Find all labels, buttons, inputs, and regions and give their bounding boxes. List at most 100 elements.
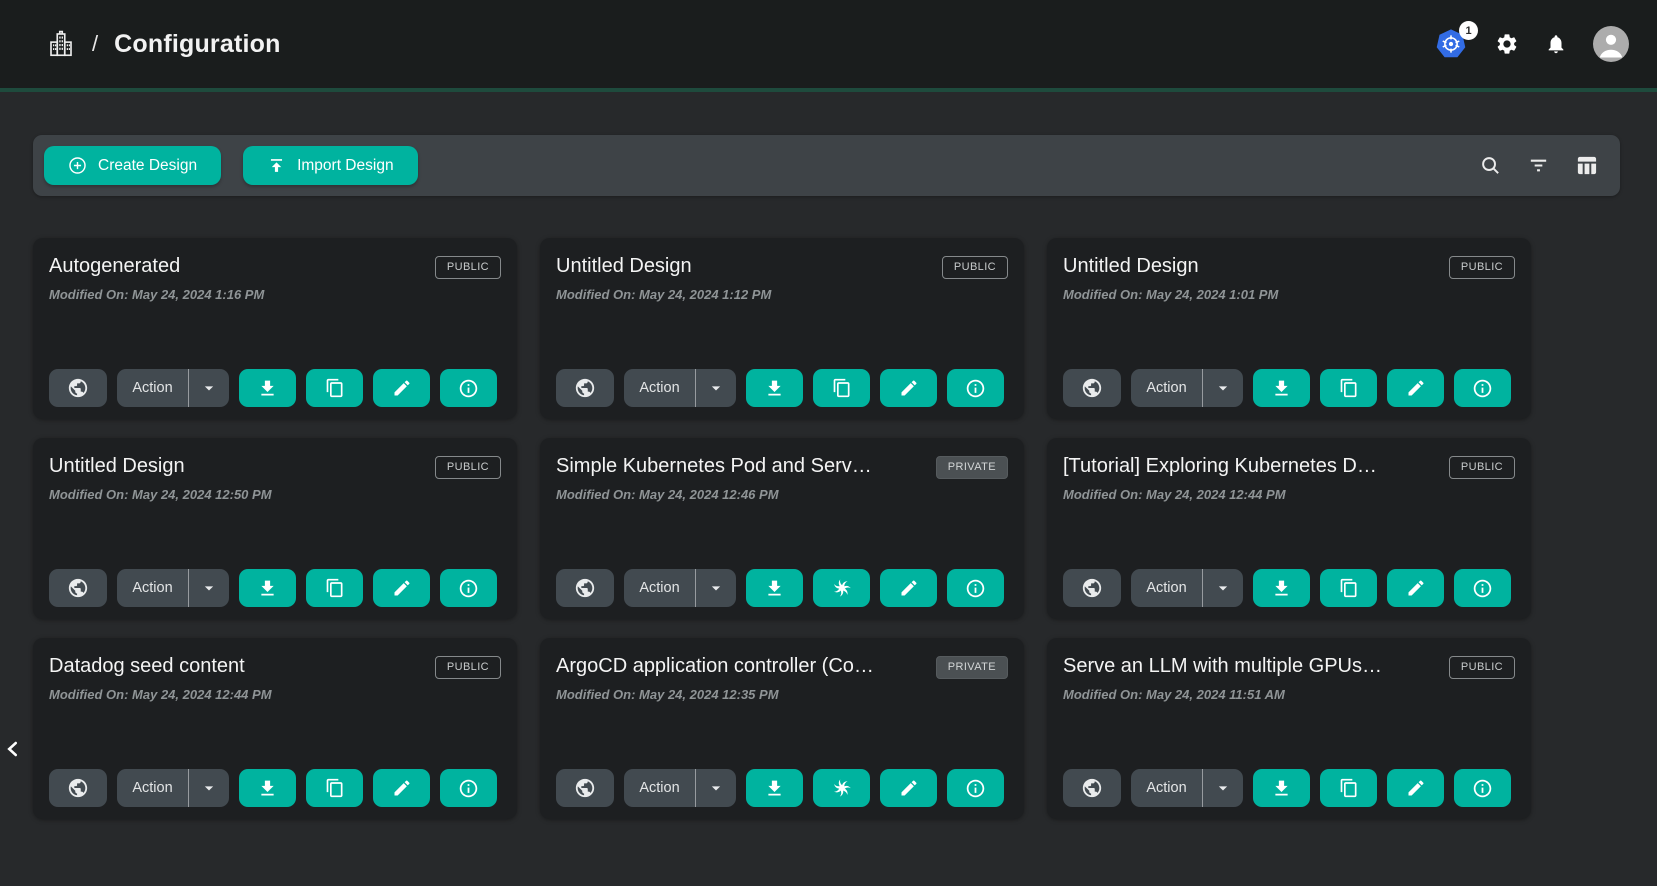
building-icon[interactable] [46,29,76,59]
user-avatar[interactable] [1593,26,1629,62]
edit-button[interactable] [373,369,430,407]
clone-button[interactable] [1320,569,1377,607]
table-view-button[interactable] [1575,154,1598,177]
action-button[interactable]: Action [624,569,695,607]
download-button[interactable] [239,369,296,407]
kubernetes-badge-count: 1 [1459,21,1478,40]
import-design-label: Import Design [297,157,393,175]
info-button[interactable] [440,369,497,407]
action-button[interactable]: Action [117,369,188,407]
download-button[interactable] [239,569,296,607]
info-button[interactable] [947,369,1004,407]
info-button[interactable] [1454,369,1511,407]
search-button[interactable] [1479,154,1502,177]
design-spiral-button[interactable] [813,769,870,807]
design-title: Untitled Design [556,255,692,278]
info-icon [965,778,986,799]
download-button[interactable] [746,369,803,407]
download-button[interactable] [1253,369,1310,407]
edit-button[interactable] [373,569,430,607]
edit-button[interactable] [880,369,937,407]
action-dropdown-button[interactable] [189,769,229,807]
design-card: Untitled Design PUBLIC Modified On: May … [33,438,517,619]
design-card: [Tutorial] Exploring Kubernetes D… PUBLI… [1047,438,1531,619]
visibility-globe-button[interactable] [556,769,614,807]
edit-button[interactable] [880,769,937,807]
action-button[interactable]: Action [624,369,695,407]
notifications-button[interactable] [1545,33,1567,55]
info-button[interactable] [1454,569,1511,607]
action-button[interactable]: Action [117,769,188,807]
visibility-globe-button[interactable] [49,769,107,807]
visibility-badge: PRIVATE [936,456,1008,479]
filter-button[interactable] [1527,154,1550,177]
action-dropdown-button[interactable] [1203,769,1243,807]
edit-button[interactable] [373,769,430,807]
action-dropdown-button[interactable] [189,569,229,607]
action-dropdown-button[interactable] [696,369,736,407]
visibility-globe-button[interactable] [49,569,107,607]
modified-date: Modified On: May 24, 2024 12:46 PM [556,487,1008,502]
download-button[interactable] [1253,569,1310,607]
globe-icon [574,377,596,399]
design-spiral-button[interactable] [813,569,870,607]
import-design-button[interactable]: Import Design [243,146,417,185]
visibility-badge: PUBLIC [435,456,501,479]
action-button[interactable]: Action [1131,769,1202,807]
breadcrumb-separator: / [92,31,98,57]
settings-button[interactable] [1495,32,1519,56]
copy-icon [1339,778,1359,798]
action-dropdown-button[interactable] [1203,569,1243,607]
clone-button[interactable] [306,769,363,807]
design-card: Serve an LLM with multiple GPUs… PUBLIC … [1047,638,1531,819]
clone-button[interactable] [306,569,363,607]
clone-button[interactable] [306,369,363,407]
design-title: Simple Kubernetes Pod and Serv… [556,455,872,478]
download-button[interactable] [1253,769,1310,807]
visibility-globe-button[interactable] [1063,569,1121,607]
breadcrumb: / Configuration [46,29,281,59]
visibility-badge: PRIVATE [936,656,1008,679]
card-header: [Tutorial] Exploring Kubernetes D… PUBLI… [1063,455,1515,479]
visibility-globe-button[interactable] [556,569,614,607]
card-header: Serve an LLM with multiple GPUs… PUBLIC [1063,655,1515,679]
download-button[interactable] [746,769,803,807]
clone-button[interactable] [1320,369,1377,407]
visibility-globe-button[interactable] [556,369,614,407]
action-button[interactable]: Action [117,569,188,607]
action-button[interactable]: Action [1131,569,1202,607]
create-design-button[interactable]: Create Design [44,146,221,185]
visibility-globe-button[interactable] [1063,369,1121,407]
action-dropdown-button[interactable] [696,769,736,807]
edit-button[interactable] [1387,369,1444,407]
info-button[interactable] [440,769,497,807]
edit-button[interactable] [1387,569,1444,607]
table-view-icon [1575,154,1598,177]
visibility-globe-button[interactable] [49,369,107,407]
download-button[interactable] [746,569,803,607]
info-button[interactable] [1454,769,1511,807]
clone-button[interactable] [813,369,870,407]
copy-icon [325,578,345,598]
info-button[interactable] [947,769,1004,807]
clone-button[interactable] [1320,769,1377,807]
info-button[interactable] [947,569,1004,607]
action-button[interactable]: Action [624,769,695,807]
edit-button[interactable] [880,569,937,607]
action-dropdown-button[interactable] [189,369,229,407]
sidebar-collapse-button[interactable] [0,732,26,766]
edit-button[interactable] [1387,769,1444,807]
info-button[interactable] [440,569,497,607]
visibility-globe-button[interactable] [1063,769,1121,807]
action-dropdown-button[interactable] [1203,369,1243,407]
modified-date: Modified On: May 24, 2024 12:35 PM [556,687,1008,702]
kubernetes-context-chip[interactable]: 1 [1435,28,1469,60]
design-title: [Tutorial] Exploring Kubernetes D… [1063,455,1377,478]
action-dropdown-button[interactable] [696,569,736,607]
download-button[interactable] [239,769,296,807]
action-button[interactable]: Action [1131,369,1202,407]
page-title: Configuration [114,30,280,59]
visibility-badge: PUBLIC [1449,256,1515,279]
header-actions: 1 [1435,26,1629,62]
info-icon [458,778,479,799]
